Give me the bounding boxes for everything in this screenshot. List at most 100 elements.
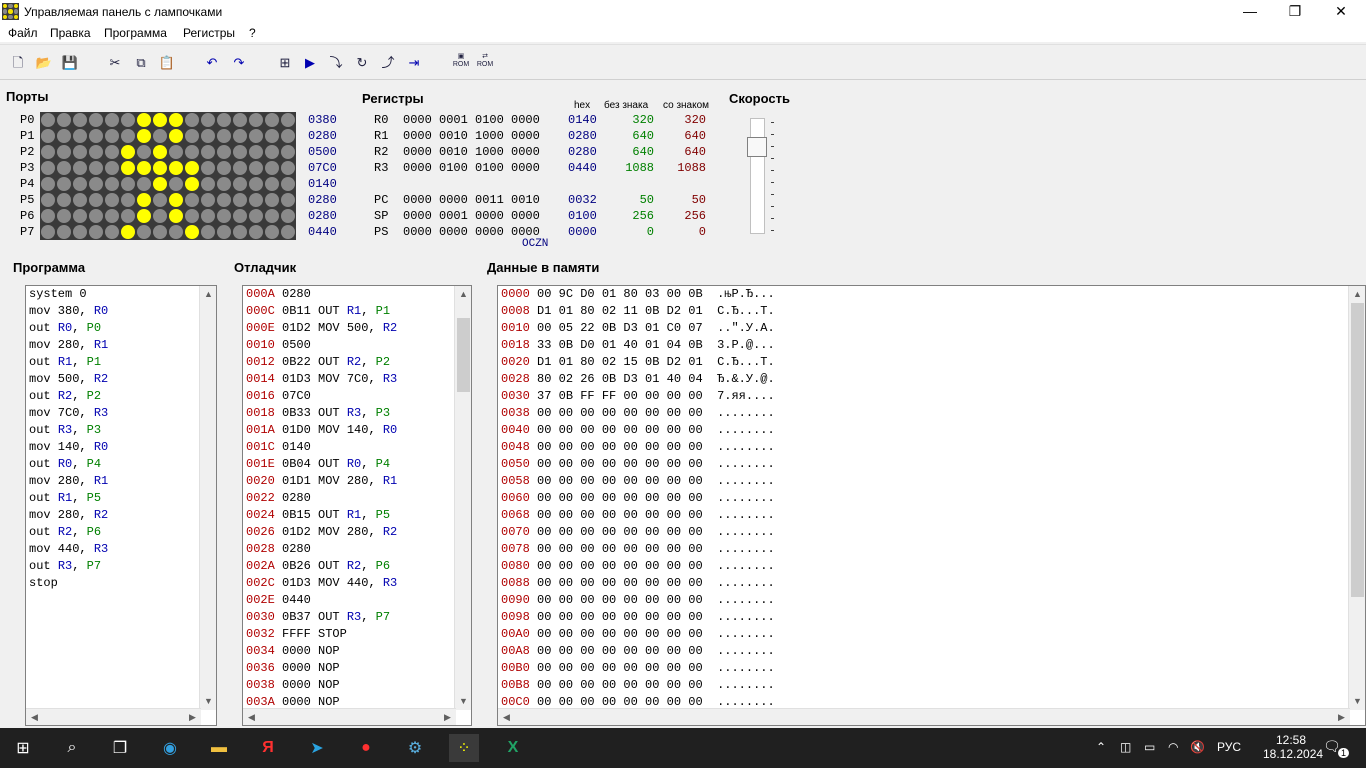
memory-vscroll[interactable]: ▲ ▼	[1348, 286, 1365, 710]
step-out-icon[interactable]: ⤴	[378, 53, 398, 73]
debugger-line[interactable]: 002E 0440	[246, 592, 397, 609]
scroll-up-icon[interactable]: ▲	[200, 286, 216, 303]
scroll-right-icon[interactable]: ▶	[439, 709, 456, 725]
debugger-line[interactable]: 0024 0B15 OUT R1, P5	[246, 507, 397, 524]
memory-line[interactable]: 0098 00 00 00 00 00 00 00 00 ........	[501, 609, 775, 626]
memory-line[interactable]: 0028 80 02 26 0B D3 01 40 04 Ђ.&.У.@.	[501, 371, 775, 388]
scroll-right-icon[interactable]: ▶	[184, 709, 201, 725]
volume-muted-icon[interactable]: 🔇	[1190, 740, 1205, 754]
search-icon[interactable]: ⌕	[57, 734, 87, 762]
program-line[interactable]: out R1, P1	[29, 354, 108, 371]
debugger-line[interactable]: 001E 0B04 OUT R0, P4	[246, 456, 397, 473]
minimize-button[interactable]: —	[1227, 0, 1273, 24]
memory-line[interactable]: 0078 00 00 00 00 00 00 00 00 ........	[501, 541, 775, 558]
memory-line[interactable]: 0058 00 00 00 00 00 00 00 00 ........	[501, 473, 775, 490]
debugger-view[interactable]: 000A 0280 000C 0B11 OUT R1, P1 000E 01D2 …	[242, 285, 472, 726]
yandex-browser-icon[interactable]: ●	[351, 734, 381, 762]
program-line[interactable]: out R2, P6	[29, 524, 108, 541]
debugger-line[interactable]: 0036 0000 NOP	[246, 660, 397, 677]
run-icon[interactable]: ▶	[300, 53, 320, 73]
debugger-line[interactable]: 0016 07C0	[246, 388, 397, 405]
debugger-line[interactable]: 000E 01D2 MOV 500, R2	[246, 320, 397, 337]
program-line[interactable]: mov 280, R1	[29, 473, 108, 490]
open-folder-icon[interactable]: 📂	[34, 53, 54, 73]
debugger-line[interactable]: 001C 0140	[246, 439, 397, 456]
debugger-line[interactable]: 000A 0280	[246, 286, 397, 303]
memory-line[interactable]: 0008 D1 01 80 02 11 0B D2 01 С.Ђ...Т.	[501, 303, 775, 320]
clock[interactable]: 12:58 18.12.2024	[1263, 733, 1323, 761]
debugger-scroll-thumb[interactable]	[457, 318, 470, 392]
step-over-icon[interactable]: ↻	[352, 53, 372, 73]
excel-icon[interactable]: X	[498, 734, 528, 762]
program-line[interactable]: out R0, P0	[29, 320, 108, 337]
scroll-down-icon[interactable]: ▼	[455, 693, 471, 710]
program-editor[interactable]: system 0 mov 380, R0 out R0, P0 mov 280, R1…	[25, 285, 217, 726]
memory-line[interactable]: 0090 00 00 00 00 00 00 00 00 ........	[501, 592, 775, 609]
wifi-icon[interactable]: ◠	[1168, 740, 1178, 754]
scroll-right-icon[interactable]: ▶	[1333, 709, 1350, 725]
memory-line[interactable]: 0000 00 9C D0 01 80 03 00 0B .њР.Ђ...	[501, 286, 775, 303]
program-line[interactable]: mov 7C0, R3	[29, 405, 108, 422]
scroll-left-icon[interactable]: ◀	[26, 709, 43, 725]
battery-icon[interactable]: ▭	[1144, 740, 1155, 754]
task-view-icon[interactable]: ❐	[105, 734, 135, 762]
debugger-line[interactable]: 0032 FFFF STOP	[246, 626, 397, 643]
memory-line[interactable]: 0048 00 00 00 00 00 00 00 00 ........	[501, 439, 775, 456]
edge-browser-icon[interactable]: ◉	[155, 734, 185, 762]
memory-line[interactable]: 0060 00 00 00 00 00 00 00 00 ........	[501, 490, 775, 507]
memory-line[interactable]: 0068 00 00 00 00 00 00 00 00 ........	[501, 507, 775, 524]
speed-slider-thumb[interactable]	[747, 137, 767, 158]
program-line[interactable]: stop	[29, 575, 108, 592]
debugger-line[interactable]: 0018 0B33 OUT R3, P3	[246, 405, 397, 422]
scroll-up-icon[interactable]: ▲	[455, 286, 471, 303]
debugger-line[interactable]: 0010 0500	[246, 337, 397, 354]
menu-file[interactable]: Файл	[8, 26, 38, 40]
program-hscroll[interactable]: ◀ ▶	[26, 708, 201, 725]
program-line[interactable]: out R1, P5	[29, 490, 108, 507]
run-to-cursor-icon[interactable]: ⇥	[404, 53, 424, 73]
close-button[interactable]: ✕	[1318, 0, 1364, 24]
program-line[interactable]: mov 140, R0	[29, 439, 108, 456]
rom-save-icon[interactable]: ⇄ ROM	[474, 53, 496, 73]
new-file-icon[interactable]: 🗋	[8, 53, 28, 73]
memory-line[interactable]: 00B0 00 00 00 00 00 00 00 00 ........	[501, 660, 775, 677]
program-line[interactable]: mov 280, R2	[29, 507, 108, 524]
memory-line[interactable]: 00B8 00 00 00 00 00 00 00 00 ........	[501, 677, 775, 694]
debugger-line[interactable]: 0022 0280	[246, 490, 397, 507]
memory-line[interactable]: 0040 00 00 00 00 00 00 00 00 ........	[501, 422, 775, 439]
program-line[interactable]: mov 500, R2	[29, 371, 108, 388]
debugger-line[interactable]: 0012 0B22 OUT R2, P2	[246, 354, 397, 371]
menu-program[interactable]: Программа	[104, 26, 167, 40]
menu-edit[interactable]: Правка	[50, 26, 91, 40]
debugger-line[interactable]: 0026 01D2 MOV 280, R2	[246, 524, 397, 541]
debugger-line[interactable]: 001A 01D0 MOV 140, R0	[246, 422, 397, 439]
memory-line[interactable]: 0020 D1 01 80 02 15 0B D2 01 С.Ђ...Т.	[501, 354, 775, 371]
file-explorer-icon[interactable]: ▬	[204, 734, 234, 762]
memory-line[interactable]: 0010 00 05 22 0B D3 01 C0 07 ..".У.А.	[501, 320, 775, 337]
menu-registers[interactable]: Регистры	[183, 26, 235, 40]
memory-line[interactable]: 0070 00 00 00 00 00 00 00 00 ........	[501, 524, 775, 541]
program-line[interactable]: out R2, P2	[29, 388, 108, 405]
windows-start-icon[interactable]: ⊞	[8, 734, 38, 762]
redo-icon[interactable]: ↷	[229, 53, 249, 73]
debugger-line[interactable]: 0020 01D1 MOV 280, R1	[246, 473, 397, 490]
memory-line[interactable]: 0018 33 0B D0 01 40 01 04 0B 3.Р.@...	[501, 337, 775, 354]
compile-icon[interactable]: ⊞	[275, 53, 295, 73]
memory-line[interactable]: 0038 00 00 00 00 00 00 00 00 ........	[501, 405, 775, 422]
yandex-icon[interactable]: Я	[253, 734, 283, 762]
scroll-left-icon[interactable]: ◀	[243, 709, 260, 725]
rom-load-icon[interactable]: ▣ ROM	[450, 53, 472, 73]
memory-line[interactable]: 0088 00 00 00 00 00 00 00 00 ........	[501, 575, 775, 592]
program-line[interactable]: mov 380, R0	[29, 303, 108, 320]
menu-help[interactable]: ?	[249, 26, 256, 40]
debugger-line[interactable]: 000C 0B11 OUT R1, P1	[246, 303, 397, 320]
memory-line[interactable]: 0050 00 00 00 00 00 00 00 00 ........	[501, 456, 775, 473]
speed-slider[interactable]	[747, 116, 774, 234]
program-line[interactable]: out R3, P3	[29, 422, 108, 439]
program-line[interactable]: mov 440, R3	[29, 541, 108, 558]
program-line[interactable]: system 0	[29, 286, 108, 303]
scroll-down-icon[interactable]: ▼	[200, 693, 216, 710]
memory-line[interactable]: 00A0 00 00 00 00 00 00 00 00 ........	[501, 626, 775, 643]
debugger-line[interactable]: 0014 01D3 MOV 7C0, R3	[246, 371, 397, 388]
program-line[interactable]: out R3, P7	[29, 558, 108, 575]
